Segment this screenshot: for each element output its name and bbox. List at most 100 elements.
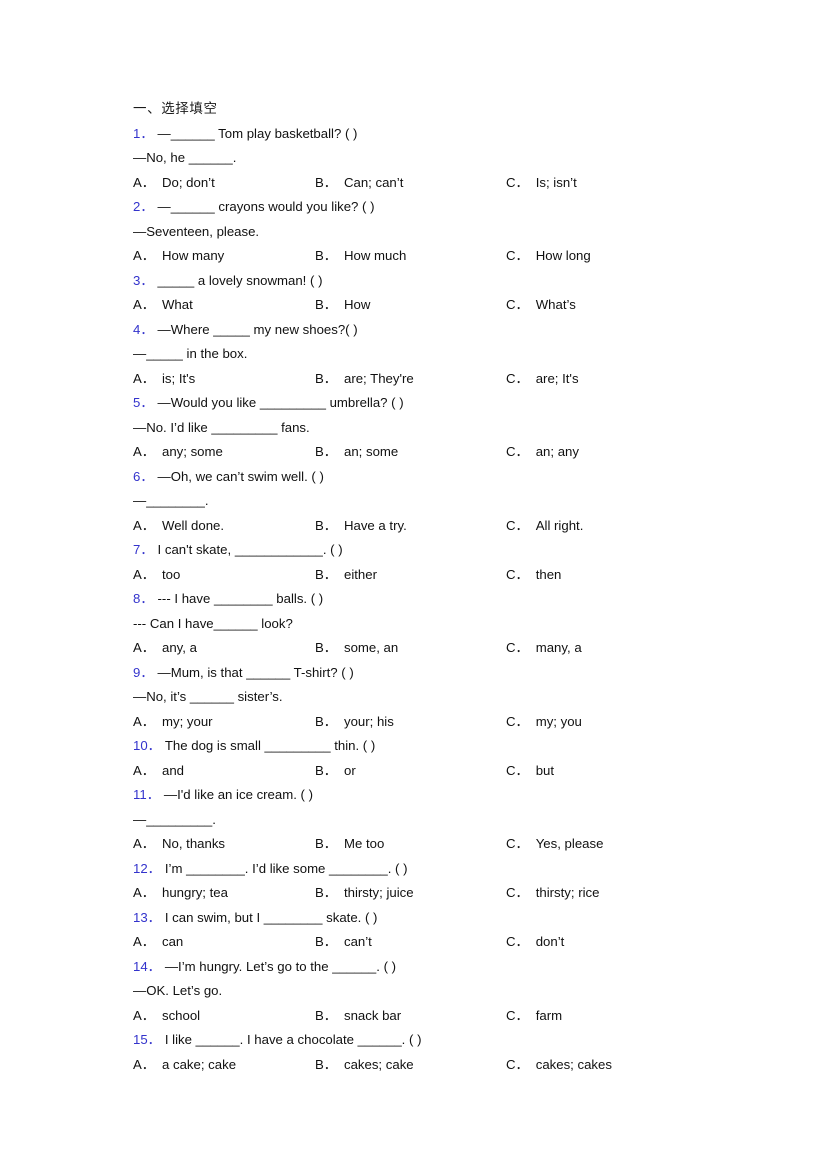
question-continuation: —No, it’s ______ sister’s.	[133, 685, 753, 710]
option-b[interactable]: B． Me too	[315, 832, 384, 857]
question-number: 6．	[133, 468, 154, 484]
option-c[interactable]: C． are; It's	[506, 367, 579, 392]
question-stem: 11． —I'd like an ice cream. ( )	[133, 783, 753, 808]
option-a[interactable]: A． any, a	[133, 636, 197, 661]
option-c[interactable]: C． many, a	[506, 636, 582, 661]
option-row: A． school B． snack bar C． farm	[133, 1004, 753, 1029]
option-b[interactable]: B． your; his	[315, 710, 394, 735]
option-a-label: any, a	[161, 640, 197, 655]
question-continuation: —OK. Let’s go.	[133, 979, 753, 1004]
option-b[interactable]: B． How	[315, 293, 370, 318]
option-a-letter: A．	[133, 248, 155, 263]
option-c[interactable]: C． How long	[506, 244, 591, 269]
option-c[interactable]: C． farm	[506, 1004, 562, 1029]
option-b-label: or	[343, 762, 356, 778]
option-a[interactable]: A． any; some	[133, 440, 223, 465]
option-c-letter: C．	[506, 762, 529, 778]
option-c-label: Yes, please	[535, 836, 604, 851]
option-b[interactable]: B． an; some	[315, 440, 398, 465]
question-item: 8． --- I have ________ balls. ( ) --- Can …	[133, 587, 753, 661]
question-continuation: —_________.	[133, 808, 753, 833]
question-text: —No. I’d like _________ fans.	[133, 419, 310, 435]
question-item: 3． _____ a lovely snowman! ( ) A． What B． How…	[133, 269, 753, 318]
question-item: 1． —______ Tom play basketball? ( ) —No, h…	[133, 122, 753, 196]
option-b[interactable]: B． some, an	[315, 636, 398, 661]
option-c[interactable]: C． don’t	[506, 930, 564, 955]
option-a[interactable]: A． What	[133, 293, 193, 318]
option-a-label: is; It's	[161, 370, 196, 386]
question-item: 10． The dog is small _________ thin. ( ) A…	[133, 734, 753, 783]
option-b[interactable]: B． cakes; cake	[315, 1053, 414, 1078]
option-a[interactable]: A． No, thanks	[133, 832, 225, 857]
option-c-label: then	[535, 566, 562, 582]
option-b[interactable]: B． How much	[315, 244, 406, 269]
option-c[interactable]: C． an; any	[506, 440, 579, 465]
option-a[interactable]: A． too	[133, 563, 180, 588]
option-c[interactable]: C． Is; isn’t	[506, 171, 577, 196]
option-a[interactable]: A． my; your	[133, 710, 213, 735]
option-b-label: some, an	[343, 640, 399, 655]
option-a[interactable]: A． can	[133, 930, 183, 955]
option-b-letter: B．	[315, 248, 337, 263]
option-c-letter: C．	[506, 1007, 529, 1023]
option-c[interactable]: C． thirsty; rice	[506, 881, 599, 906]
option-a-label: How many	[161, 248, 225, 263]
option-b[interactable]: B． thirsty; juice	[315, 881, 414, 906]
option-b[interactable]: B． or	[315, 759, 356, 784]
option-b[interactable]: B． either	[315, 563, 377, 588]
question-text: I can swim, but I ________ skate. ( )	[164, 909, 378, 925]
option-a[interactable]: A． Do; don’t	[133, 171, 215, 196]
option-a[interactable]: A． Well done.	[133, 514, 224, 539]
option-b[interactable]: B． can’t	[315, 930, 372, 955]
option-a[interactable]: A． How many	[133, 244, 224, 269]
section-heading: 一、选择填空	[133, 101, 218, 117]
option-c[interactable]: C． then	[506, 563, 561, 588]
option-b-letter: B．	[315, 762, 337, 778]
option-b-label: can’t	[343, 934, 372, 949]
option-c-label: thirsty; rice	[535, 885, 600, 900]
option-b-letter: B．	[315, 713, 337, 729]
option-b-letter: B．	[315, 1007, 337, 1023]
option-b-letter: B．	[315, 1056, 337, 1072]
question-stem: 9． —Mum, is that ______ T-shirt? ( )	[133, 661, 753, 686]
option-b-label: How much	[343, 248, 407, 263]
option-a-letter: A．	[133, 174, 155, 190]
option-b-letter: B．	[315, 297, 337, 312]
question-continuation: --- Can I have______ look?	[133, 612, 753, 637]
question-item: 12． I’m ________. I’d like some ________.…	[133, 857, 753, 906]
question-item: 7． I can't skate, ____________. ( ) A． too B…	[133, 538, 753, 587]
option-b[interactable]: B． are; They're	[315, 367, 414, 392]
question-continuation: —________.	[133, 489, 753, 514]
option-c[interactable]: C． but	[506, 759, 554, 784]
question-item: 9． —Mum, is that ______ T-shirt? ( ) —No, …	[133, 661, 753, 735]
question-text: —______ crayons would you like? ( )	[157, 199, 375, 214]
option-c[interactable]: C． my; you	[506, 710, 582, 735]
question-text: —I’m hungry. Let’s go to the ______. ( )	[164, 958, 397, 974]
option-a-letter: A．	[133, 517, 155, 533]
option-b-letter: B．	[315, 517, 337, 533]
option-c[interactable]: C． All right.	[506, 514, 583, 539]
option-a-label: hungry; tea	[161, 885, 228, 900]
option-c-letter: C．	[506, 713, 529, 729]
option-a[interactable]: A． is; It's	[133, 367, 195, 392]
question-text: —_____ in the box.	[133, 346, 248, 361]
option-c-label: What’s	[535, 297, 576, 312]
question-stem: 12． I’m ________. I’d like some ________.…	[133, 857, 753, 882]
option-c[interactable]: C． cakes; cakes	[506, 1053, 612, 1078]
option-b-letter: B．	[315, 836, 337, 851]
option-a[interactable]: A． and	[133, 759, 184, 784]
option-a[interactable]: A． hungry; tea	[133, 881, 228, 906]
option-b[interactable]: B． Can; can’t	[315, 171, 403, 196]
option-c-label: How long	[535, 248, 591, 263]
option-a[interactable]: A． school	[133, 1004, 200, 1029]
question-list: 1． —______ Tom play basketball? ( ) —No, h…	[133, 122, 753, 1078]
question-item: 14． —I’m hungry. Let’s go to the ______. …	[133, 955, 753, 1029]
option-b-letter: B．	[315, 566, 337, 582]
question-text: —Would you like _________ umbrella? ( )	[157, 395, 404, 410]
option-b[interactable]: B． snack bar	[315, 1004, 401, 1029]
option-c[interactable]: C． Yes, please	[506, 832, 603, 857]
option-c[interactable]: C． What’s	[506, 293, 576, 318]
question-text: —Oh, we can’t swim well. ( )	[157, 468, 324, 484]
option-b[interactable]: B． Have a try.	[315, 514, 407, 539]
option-a[interactable]: A． a cake; cake	[133, 1053, 236, 1078]
